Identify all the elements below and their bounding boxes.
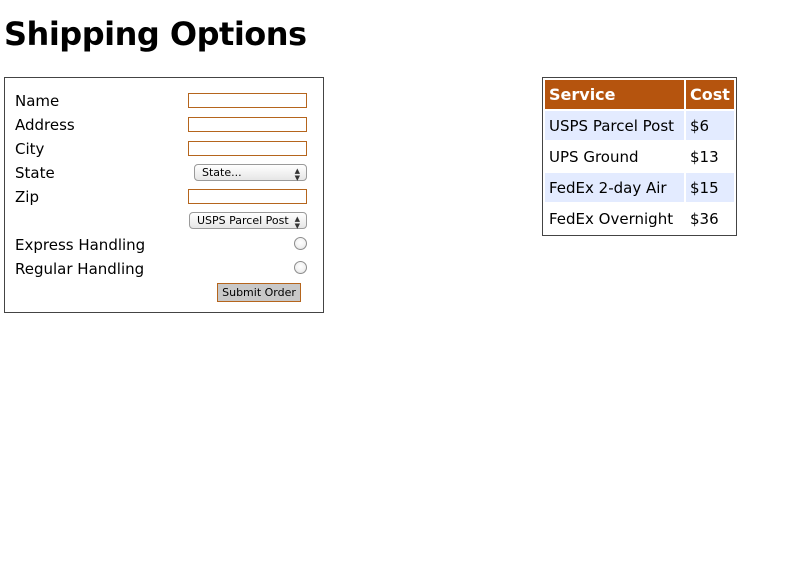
table-header-row: Service Cost	[545, 80, 734, 109]
table-row: USPS Parcel Post $6	[545, 111, 734, 140]
service-cell: USPS Parcel Post	[545, 111, 684, 140]
service-cell: FedEx Overnight	[549, 209, 674, 228]
name-input[interactable]	[188, 93, 307, 108]
select-arrows-icon: ▲ ▼	[294, 167, 300, 182]
shipping-service-select[interactable]: USPS Parcel Post ▲ ▼	[189, 212, 307, 230]
select-arrows-icon: ▲ ▼	[294, 215, 300, 230]
address-input[interactable]	[188, 117, 307, 132]
cost-cell: $6	[686, 111, 734, 140]
address-row: Address	[15, 113, 307, 137]
state-select[interactable]: State... ▲ ▼	[194, 164, 307, 182]
state-select-value: State...	[202, 166, 242, 179]
express-handling-row: Express Handling	[15, 233, 307, 257]
name-label: Name	[15, 92, 60, 110]
express-handling-radio[interactable]	[294, 237, 307, 250]
name-row: Name	[15, 89, 307, 113]
cost-column-header: Cost	[686, 80, 734, 109]
table-row: UPS Ground $13	[545, 142, 734, 171]
regular-handling-row: Regular Handling	[15, 257, 307, 281]
express-handling-label: Express Handling	[15, 236, 146, 254]
page-title: Shipping Options	[4, 15, 307, 53]
submit-order-button[interactable]: Submit Order	[217, 283, 301, 302]
regular-handling-label: Regular Handling	[15, 260, 145, 278]
address-label: Address	[15, 116, 75, 134]
zip-input[interactable]	[188, 189, 307, 204]
regular-handling-radio[interactable]	[294, 261, 307, 274]
shipping-rates-table: Service Cost USPS Parcel Post $6 UPS Gro…	[542, 77, 737, 236]
city-row: City	[15, 137, 307, 161]
service-select-value: USPS Parcel Post	[197, 214, 289, 227]
cost-cell: $15	[686, 173, 734, 202]
zip-row: Zip	[15, 185, 307, 209]
city-label: City	[15, 140, 45, 158]
cost-cell: $36	[690, 209, 719, 228]
service-column-header: Service	[545, 80, 684, 109]
table-row: FedEx 2-day Air $15	[545, 173, 734, 202]
city-input[interactable]	[188, 141, 307, 156]
table-row: FedEx Overnight $36	[545, 204, 734, 233]
service-row: USPS Parcel Post ▲ ▼	[15, 209, 307, 233]
zip-label: Zip	[15, 188, 39, 206]
service-cell: FedEx 2-day Air	[545, 173, 684, 202]
cost-cell: $13	[690, 147, 719, 166]
state-label: State	[15, 164, 55, 182]
shipping-order-form: Name Address City State State... ▲ ▼ Zip …	[4, 77, 324, 313]
page: Shipping Options Name Address City State…	[0, 0, 793, 564]
service-cell: UPS Ground	[549, 147, 639, 166]
state-row: State State... ▲ ▼	[15, 161, 307, 185]
